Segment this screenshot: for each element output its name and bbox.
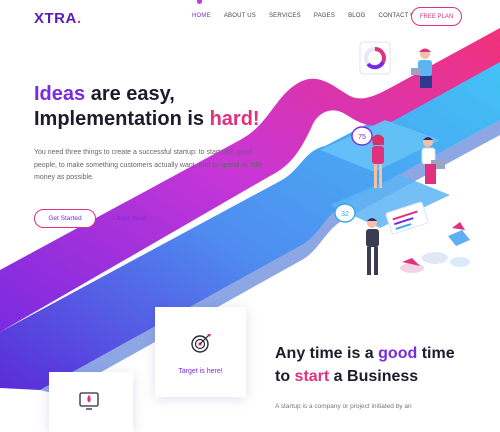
rocket-monitor-icon <box>79 392 99 410</box>
brand-logo[interactable]: XTRA. <box>34 10 82 27</box>
hero-title-hard: hard! <box>209 108 260 130</box>
section-title-start: start <box>294 368 330 385</box>
target-card-label: Target is here! <box>178 368 223 375</box>
get-started-button[interactable]: Get Started <box>34 209 96 228</box>
hero-subtitle: You need three things to create a succes… <box>34 149 263 181</box>
logo-text: XTRA <box>34 10 77 27</box>
nav-pages[interactable]: PAGES <box>314 13 335 19</box>
learn-more-link[interactable]: Learn more <box>113 215 146 222</box>
section-title-part4: a Business <box>329 368 419 385</box>
nav-about-us[interactable]: ABOUT US <box>224 13 256 19</box>
section-title-part2: time <box>417 345 455 362</box>
free-plan-button[interactable]: FREE PLAN <box>411 7 462 26</box>
speech-bubble-32: 32 <box>334 203 356 223</box>
section-title-good: good <box>378 345 418 362</box>
main-nav: HOME ABOUT US SERVICES PAGES BLOG CONTAC… <box>192 13 432 19</box>
nav-services[interactable]: SERVICES <box>269 13 301 19</box>
hero-title-ideas: Ideas <box>34 83 86 105</box>
section-subtitle: A startup is a company or project initia… <box>275 403 412 410</box>
feature-card-rocket[interactable] <box>49 372 133 432</box>
bubble-32-text: 32 <box>341 211 349 218</box>
target-icon <box>191 334 211 353</box>
hero-title: Ideas are easy, Implementation is hard! <box>34 82 260 132</box>
feature-card-target[interactable]: Target is here! <box>155 307 246 397</box>
donut-chart-widget <box>359 41 391 75</box>
bubble-75-text: 75 <box>358 134 366 141</box>
section-title-part3: to <box>275 368 295 385</box>
speech-bubble-75: 75 <box>351 126 373 146</box>
pie-tiles <box>400 222 470 273</box>
nav-blog[interactable]: BLOG <box>348 13 365 19</box>
section-title-part1: Any time is a <box>275 345 379 362</box>
section-title: Any time is a good time to start a Busin… <box>275 342 455 388</box>
hero-title-line1: are easy, <box>85 83 175 105</box>
hero-title-line2: Implementation is <box>34 108 210 130</box>
nav-home[interactable]: HOME <box>192 13 211 19</box>
logo-dot: . <box>76 10 82 27</box>
